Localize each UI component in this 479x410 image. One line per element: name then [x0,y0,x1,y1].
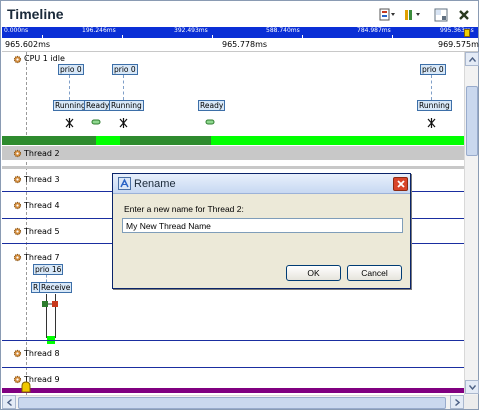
time-cursor-line [26,52,27,395]
thread-lane-line [2,367,464,368]
thread-label[interactable]: Thread 3 [24,175,60,184]
time-end: 969.575ms [438,40,479,49]
dialog-prompt: Enter a new name for Thread 2: [124,204,244,214]
vertical-scrollbar[interactable] [464,52,479,395]
cpu-running-segment [211,136,464,145]
chevron-right-icon [454,398,460,406]
thread-lane-divider [2,166,464,169]
state-label-ready: Ready [84,100,112,111]
overview-ruler[interactable]: 0.000ns 196.246ms 392.493ms 588.740ms 78… [2,27,478,38]
connector-line [431,75,432,100]
state-label-ready: Ready [198,100,226,111]
ruler-tick-label: 784.987ms [357,27,391,34]
time-start: 965.602ms [5,40,51,49]
state-label-running: Running [417,100,452,111]
event-marker-icon [427,118,436,128]
scroll-down-button[interactable] [465,380,479,394]
rename-dialog: Rename Enter a new name for Thread 2: OK… [112,173,411,289]
ready-marker-icon [91,119,101,125]
window-title: Timeline [7,6,64,22]
ok-button[interactable]: OK [286,265,341,281]
gear-icon [13,253,22,262]
layout-icon [434,8,448,22]
message-event-icon [42,301,58,307]
time-range-bar: 965.602ms 965.778ms 969.575ms [2,38,479,52]
thread-lane-line [2,340,464,341]
state-label-running: Running [53,100,88,111]
scroll-left-button[interactable] [2,395,16,409]
prio-label: prio 0 [112,64,138,75]
filter-icon [379,8,397,22]
close-button[interactable] [458,7,470,23]
scroll-up-button[interactable] [465,52,479,66]
thread-activity-bar [2,388,464,393]
ready-marker-icon [205,119,215,125]
gear-icon [13,349,22,358]
rename-app-icon [118,177,131,190]
thread-label[interactable]: Thread 4 [24,201,60,210]
time-cursor-handle-icon[interactable] [21,381,31,393]
dialog-title: Rename [134,178,176,190]
window-header: Timeline [1,1,478,27]
close-icon [396,180,405,188]
scrollbar-corner [464,395,478,409]
prio-label: prio 0 [58,64,84,75]
event-marker-icon [119,118,128,128]
cpu-running-segment [96,136,120,145]
prio-label: prio 0 [420,64,446,75]
gear-icon [13,55,22,64]
prio-label: prio 16 [33,264,64,275]
horizontal-scrollbar[interactable] [2,395,464,409]
ruler-tick-label: 588.740ms [266,27,300,34]
chevron-left-icon [6,398,12,406]
connector-line [69,75,70,100]
chevron-down-icon [468,384,476,390]
scroll-right-button[interactable] [450,395,464,409]
columns-button[interactable] [404,7,422,23]
close-icon [458,9,470,21]
state-label-running: Running [109,100,144,111]
filter-button[interactable] [379,7,397,23]
thread-label[interactable]: Thread 5 [24,227,60,236]
thread-name-input[interactable] [122,218,403,233]
connector-line [46,275,47,282]
ruler-tick-label: 0.000ns [4,27,29,34]
gear-icon [13,175,22,184]
gear-icon [13,227,22,236]
layout-button[interactable] [434,7,448,23]
gear-icon [13,201,22,210]
connector-line [123,75,124,100]
chevron-up-icon [468,56,476,62]
dialog-titlebar[interactable]: Rename [113,174,410,194]
viewport-marker[interactable] [464,29,470,37]
cancel-button[interactable]: Cancel [347,265,402,281]
horizontal-scroll-thumb[interactable] [18,397,446,409]
columns-icon [404,8,422,22]
thread-label[interactable]: Thread 2 [24,149,60,158]
dialog-close-button[interactable] [393,177,408,191]
time-center: 965.778ms [222,40,268,49]
cpu-lane-label[interactable]: CPU 1 idle [24,54,65,63]
state-label-receive: Receive [39,282,73,293]
ruler-tick-label: 392.493ms [174,27,208,34]
thread-label[interactable]: Thread 8 [24,349,60,358]
timeline-window: Timeline 0.000ns 196.246ms 392.493ms 588… [0,0,479,410]
event-marker-icon [65,118,74,128]
vertical-scroll-thumb[interactable] [466,86,478,156]
thread-lane-selected[interactable] [2,146,464,160]
gear-icon [13,149,22,158]
thread-label[interactable]: Thread 7 [24,253,60,262]
ruler-tick-label: 196.246ms [82,27,116,34]
